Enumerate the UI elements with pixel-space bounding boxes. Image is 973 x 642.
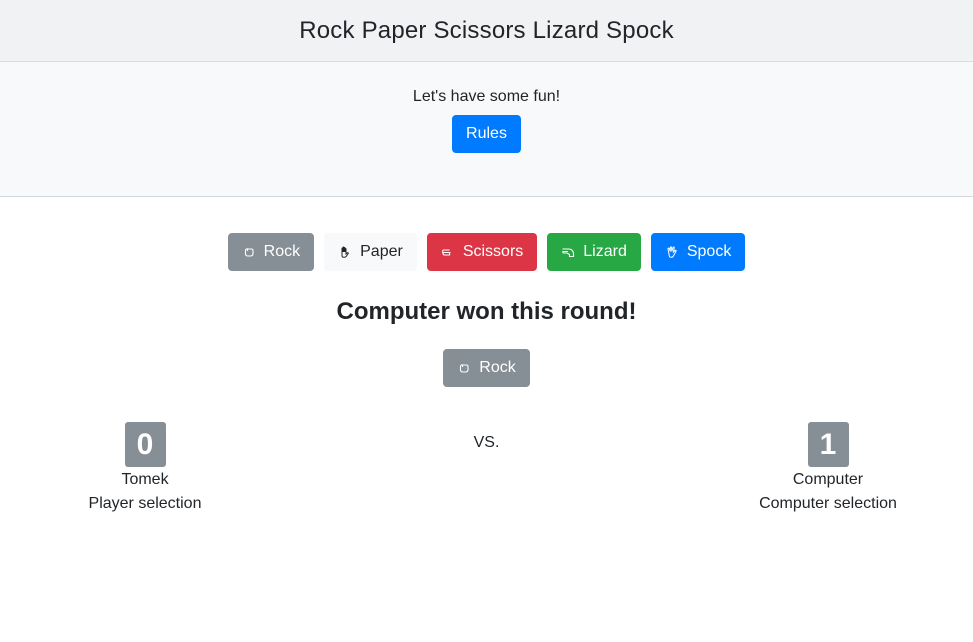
paper-button[interactable]: Paper	[324, 233, 417, 271]
intro-panel: Let's have some fun! Rules	[0, 62, 973, 197]
hand-rock-icon	[457, 361, 471, 375]
lizard-button[interactable]: Lizard	[547, 233, 641, 271]
page-title: Rock Paper Scissors Lizard Spock	[299, 16, 674, 44]
scoreboard: 0 Tomek Player selection VS. 1 Computer …	[0, 422, 973, 542]
player-name: Tomek	[121, 471, 169, 488]
rock-label: Rock	[263, 243, 301, 260]
computer-score: 1	[807, 422, 849, 467]
choice-buttons: Rock Paper Scissors Lizard Spock	[0, 233, 973, 271]
paper-label: Paper	[360, 243, 403, 260]
hand-spock-icon	[665, 245, 679, 259]
computer-choice-label: Rock	[479, 359, 516, 376]
hand-rock-icon	[242, 245, 256, 259]
computer-name: Computer	[792, 471, 864, 488]
scissors-label: Scissors	[462, 243, 524, 260]
lizard-label: Lizard	[583, 243, 627, 260]
scissors-button[interactable]: Scissors	[426, 233, 538, 271]
hand-lizard-icon	[561, 245, 575, 259]
round-result: Computer won this round!	[336, 298, 637, 325]
hand-paper-icon	[338, 245, 352, 259]
player-selection-caption: Player selection	[88, 495, 202, 512]
tagline: Let's have some fun!	[412, 88, 561, 105]
spock-label: Spock	[686, 243, 732, 260]
computer-choice-display: Rock	[0, 349, 973, 387]
app-header: Rock Paper Scissors Lizard Spock	[0, 0, 973, 62]
computer-selection-caption: Computer selection	[759, 495, 897, 512]
computer-score-panel: 1 Computer Computer selection	[683, 422, 973, 516]
rock-button[interactable]: Rock	[227, 233, 315, 271]
computer-choice-badge: Rock	[443, 349, 530, 387]
rules-button[interactable]: Rules	[452, 115, 521, 153]
spock-button[interactable]: Spock	[650, 233, 746, 271]
hand-scissors-icon	[441, 245, 455, 259]
